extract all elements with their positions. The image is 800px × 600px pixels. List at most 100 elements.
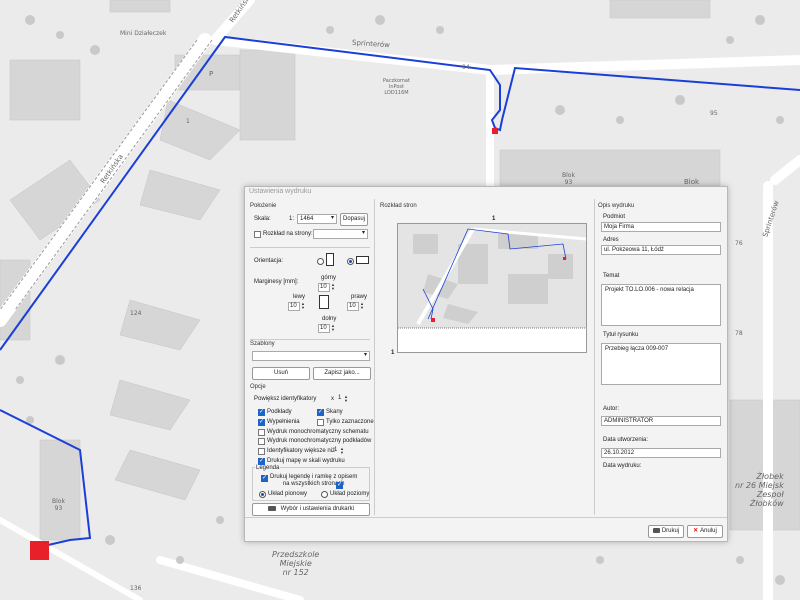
ids-larger-label: Identyfikatory większe niż <box>267 448 336 454</box>
printer-icon <box>268 505 276 511</box>
spread-pages-label: Rozkład na strony: <box>263 231 313 237</box>
separator <box>374 199 375 515</box>
author-input[interactable]: ADMINISTRATOR <box>601 416 721 426</box>
enlarge-ids-x: x <box>331 396 334 402</box>
print-settings-dialog: Ustawienia wydruku Położenie Skala: 1: 1… <box>244 186 728 542</box>
horizontal-layout-radio[interactable] <box>321 491 328 498</box>
orientation-portrait-radio[interactable] <box>317 258 324 265</box>
basemaps-label: Podkłady <box>267 409 292 415</box>
margins-label: Marginesy [mm]: <box>254 279 299 285</box>
orientation-label: Orientacja: <box>254 258 284 264</box>
layout-row-number: 1 <box>391 350 395 356</box>
position-section-title: Położenie <box>250 203 277 209</box>
subject-textarea[interactable]: Projekt TO.LO.006 - nowa relacja <box>601 284 721 326</box>
map-label-blok93-right: Blok 93 <box>562 172 575 186</box>
map-label-num-1: 1 <box>186 118 190 125</box>
spin-arrows-icon[interactable]: ▲ ▼ <box>340 447 344 455</box>
options-section-title: Opcje <box>250 384 266 390</box>
address-label: Adres <box>603 237 619 243</box>
print-legend-checkbox[interactable] <box>261 474 268 482</box>
vertical-layout-radio[interactable] <box>259 491 266 498</box>
preview-map <box>398 224 587 329</box>
fit-button[interactable]: Dopasuj <box>340 213 368 226</box>
print-button[interactable]: Drukuj <box>648 525 684 538</box>
orientation-landscape-radio[interactable] <box>347 258 354 265</box>
close-icon: ✕ <box>693 528 699 534</box>
map-label-num-76: 76 <box>735 240 743 247</box>
address-input[interactable]: ul. Pokzeowa 11, Łódź <box>601 245 721 255</box>
scans-checkbox[interactable] <box>317 408 324 416</box>
layout-column-number: 1 <box>492 216 496 222</box>
fill-label: Wypełnienia <box>267 419 300 425</box>
spin-arrows-icon[interactable]: ▲ ▼ <box>301 302 305 310</box>
scale-value: 1464 <box>300 216 314 222</box>
margin-left-input[interactable]: 10 <box>288 302 300 311</box>
marked-only-checkbox[interactable] <box>317 419 324 426</box>
spin-arrows-icon[interactable]: ▲ ▼ <box>344 395 348 403</box>
basemaps-checkbox[interactable] <box>258 408 265 416</box>
printer-icon <box>652 527 660 533</box>
separator <box>250 247 370 248</box>
spin-arrows-icon[interactable]: ▲ ▼ <box>360 302 364 310</box>
scale-select[interactable]: 1464 ▾ <box>297 214 337 224</box>
templates-select[interactable]: ▾ <box>252 351 370 361</box>
fill-checkbox[interactable] <box>258 418 265 426</box>
map-label-parking: P <box>209 70 214 78</box>
map-label-num-95: 95 <box>710 110 718 117</box>
templates-section-title: Szablony <box>250 341 275 347</box>
enlarge-ids-label: Powiększ identyfikatory <box>254 396 317 402</box>
save-template-as-button[interactable]: Zapisz jako... <box>313 367 371 380</box>
description-section-title: Opis wydruku <box>598 203 635 209</box>
dialog-title: Ustawienia wydruku <box>249 188 312 195</box>
printer-settings-button[interactable]: Wybór i ustawienia drukarki <box>252 503 370 516</box>
portrait-icon <box>326 253 334 266</box>
cancel-button-label: Anuluj <box>700 528 717 534</box>
created-date-input[interactable]: 26.10.2012 <box>601 448 721 458</box>
margin-top-label: górny <box>321 275 337 281</box>
print-scaled-label: Drukuj mapę w skali wydruku <box>267 458 345 464</box>
mono-basemaps-checkbox[interactable] <box>258 438 265 445</box>
page-layout-preview[interactable] <box>397 223 587 353</box>
map-label-przedszkole: Przedszkole Miejskie nr 152 <box>272 550 320 577</box>
mono-schema-checkbox[interactable] <box>258 429 265 436</box>
scale-prefix: 1: <box>289 216 295 222</box>
delete-template-button[interactable]: Usuń <box>252 367 310 380</box>
separator <box>250 339 370 340</box>
map-label-num-136: 136 <box>130 585 142 592</box>
map-label-num-94: 94 <box>462 64 470 71</box>
map-label-mini-dzialeczek: Mini Działeczek <box>120 30 167 37</box>
print-button-label: Drukuj <box>661 528 680 534</box>
mono-basemaps-label: Wydruk monochromatyczny podkładów <box>267 438 372 444</box>
spread-pages-select[interactable]: ▾ <box>313 229 368 239</box>
spin-arrows-icon[interactable]: ▲ ▼ <box>331 283 335 291</box>
entity-label: Podmiot <box>603 214 626 220</box>
cancel-button[interactable]: ✕ Anuluj <box>687 525 723 538</box>
page-preview-icon <box>319 295 329 309</box>
legend-all-pages-checkbox[interactable] <box>336 481 343 489</box>
map-label-blok93-left: Blok 93 <box>52 498 65 512</box>
scans-label: Skany <box>326 409 343 415</box>
entity-input[interactable]: Moja Firma <box>601 222 721 232</box>
margin-bottom-input[interactable]: 10 <box>318 324 330 333</box>
map-label-paczkomat: Paczkomat InPost LOD116M <box>383 78 410 96</box>
margin-right-label: prawy <box>351 294 368 300</box>
drawing-title-textarea[interactable]: Przebieg łącza 009-007 <box>601 343 721 385</box>
ids-larger-checkbox[interactable] <box>258 448 265 455</box>
map-label-num-78: 78 <box>735 330 743 337</box>
horizontal-layout-label: Układ poziomy <box>330 491 370 497</box>
margin-top-input[interactable]: 10 <box>318 283 330 292</box>
spin-arrows-icon[interactable]: ▲ ▼ <box>331 324 335 332</box>
separator <box>594 199 595 515</box>
print-date-label: Data wydruku: <box>603 463 642 469</box>
vertical-layout-label: Układ pionowy <box>268 491 308 497</box>
mono-schema-label: Wydruk monochromatyczny schematu <box>267 429 369 435</box>
layout-section-title: Rozkład stron <box>380 203 417 209</box>
print-scaled-checkbox[interactable] <box>258 457 265 465</box>
spread-pages-checkbox[interactable] <box>254 231 261 238</box>
chevron-down-icon: ▾ <box>330 215 334 221</box>
printer-settings-label: Wybór i ustawienia drukarki <box>280 506 354 512</box>
map-label-blok-right: Blok <box>684 178 700 186</box>
author-label: Autor: <box>603 406 620 412</box>
margin-right-input[interactable]: 10 <box>347 302 359 311</box>
drawing-title-label: Tytuł rysunku <box>603 332 639 338</box>
